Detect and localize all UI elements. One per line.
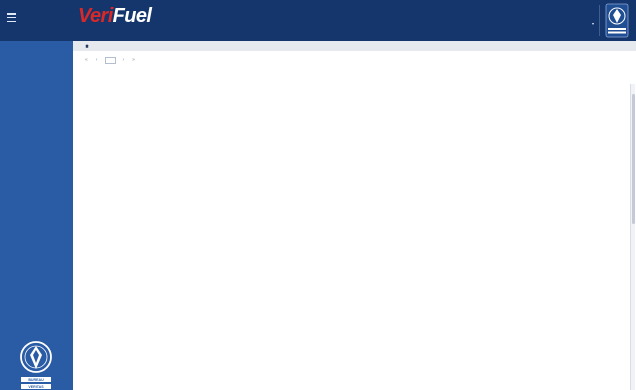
sidebar: BUREAU VERITAS xyxy=(0,41,73,390)
logo-veritas-text: VERITAS xyxy=(28,385,44,389)
first-page-button[interactable]: « xyxy=(85,57,88,63)
main-content: « ‹ › » xyxy=(73,41,636,390)
breadcrumb xyxy=(73,41,636,51)
pagination-toolbar: « ‹ › » xyxy=(73,53,636,67)
page-number-input[interactable] xyxy=(105,56,117,64)
next-page-button[interactable]: › xyxy=(122,57,124,63)
prev-page-button[interactable]: ‹ xyxy=(96,57,98,63)
bureau-veritas-logo-icon: BUREAU VERITAS xyxy=(20,341,52,389)
hamburger-menu-icon[interactable] xyxy=(7,13,16,23)
scrollbar-thumb[interactable] xyxy=(631,94,636,224)
header-divider xyxy=(599,5,600,36)
vertical-scrollbar[interactable] xyxy=(630,84,636,390)
user-menu[interactable]: ▾ xyxy=(589,21,594,26)
app-header: VeriFuel ▾ xyxy=(0,0,636,41)
last-page-button[interactable]: » xyxy=(132,57,135,63)
logo-bureau-text: BUREAU xyxy=(28,378,44,382)
bureau-veritas-badge-icon xyxy=(605,3,629,38)
verifuel-logo[interactable]: VeriFuel xyxy=(78,6,152,27)
chevron-down-icon: ▾ xyxy=(591,21,594,26)
home-icon[interactable] xyxy=(85,44,89,48)
